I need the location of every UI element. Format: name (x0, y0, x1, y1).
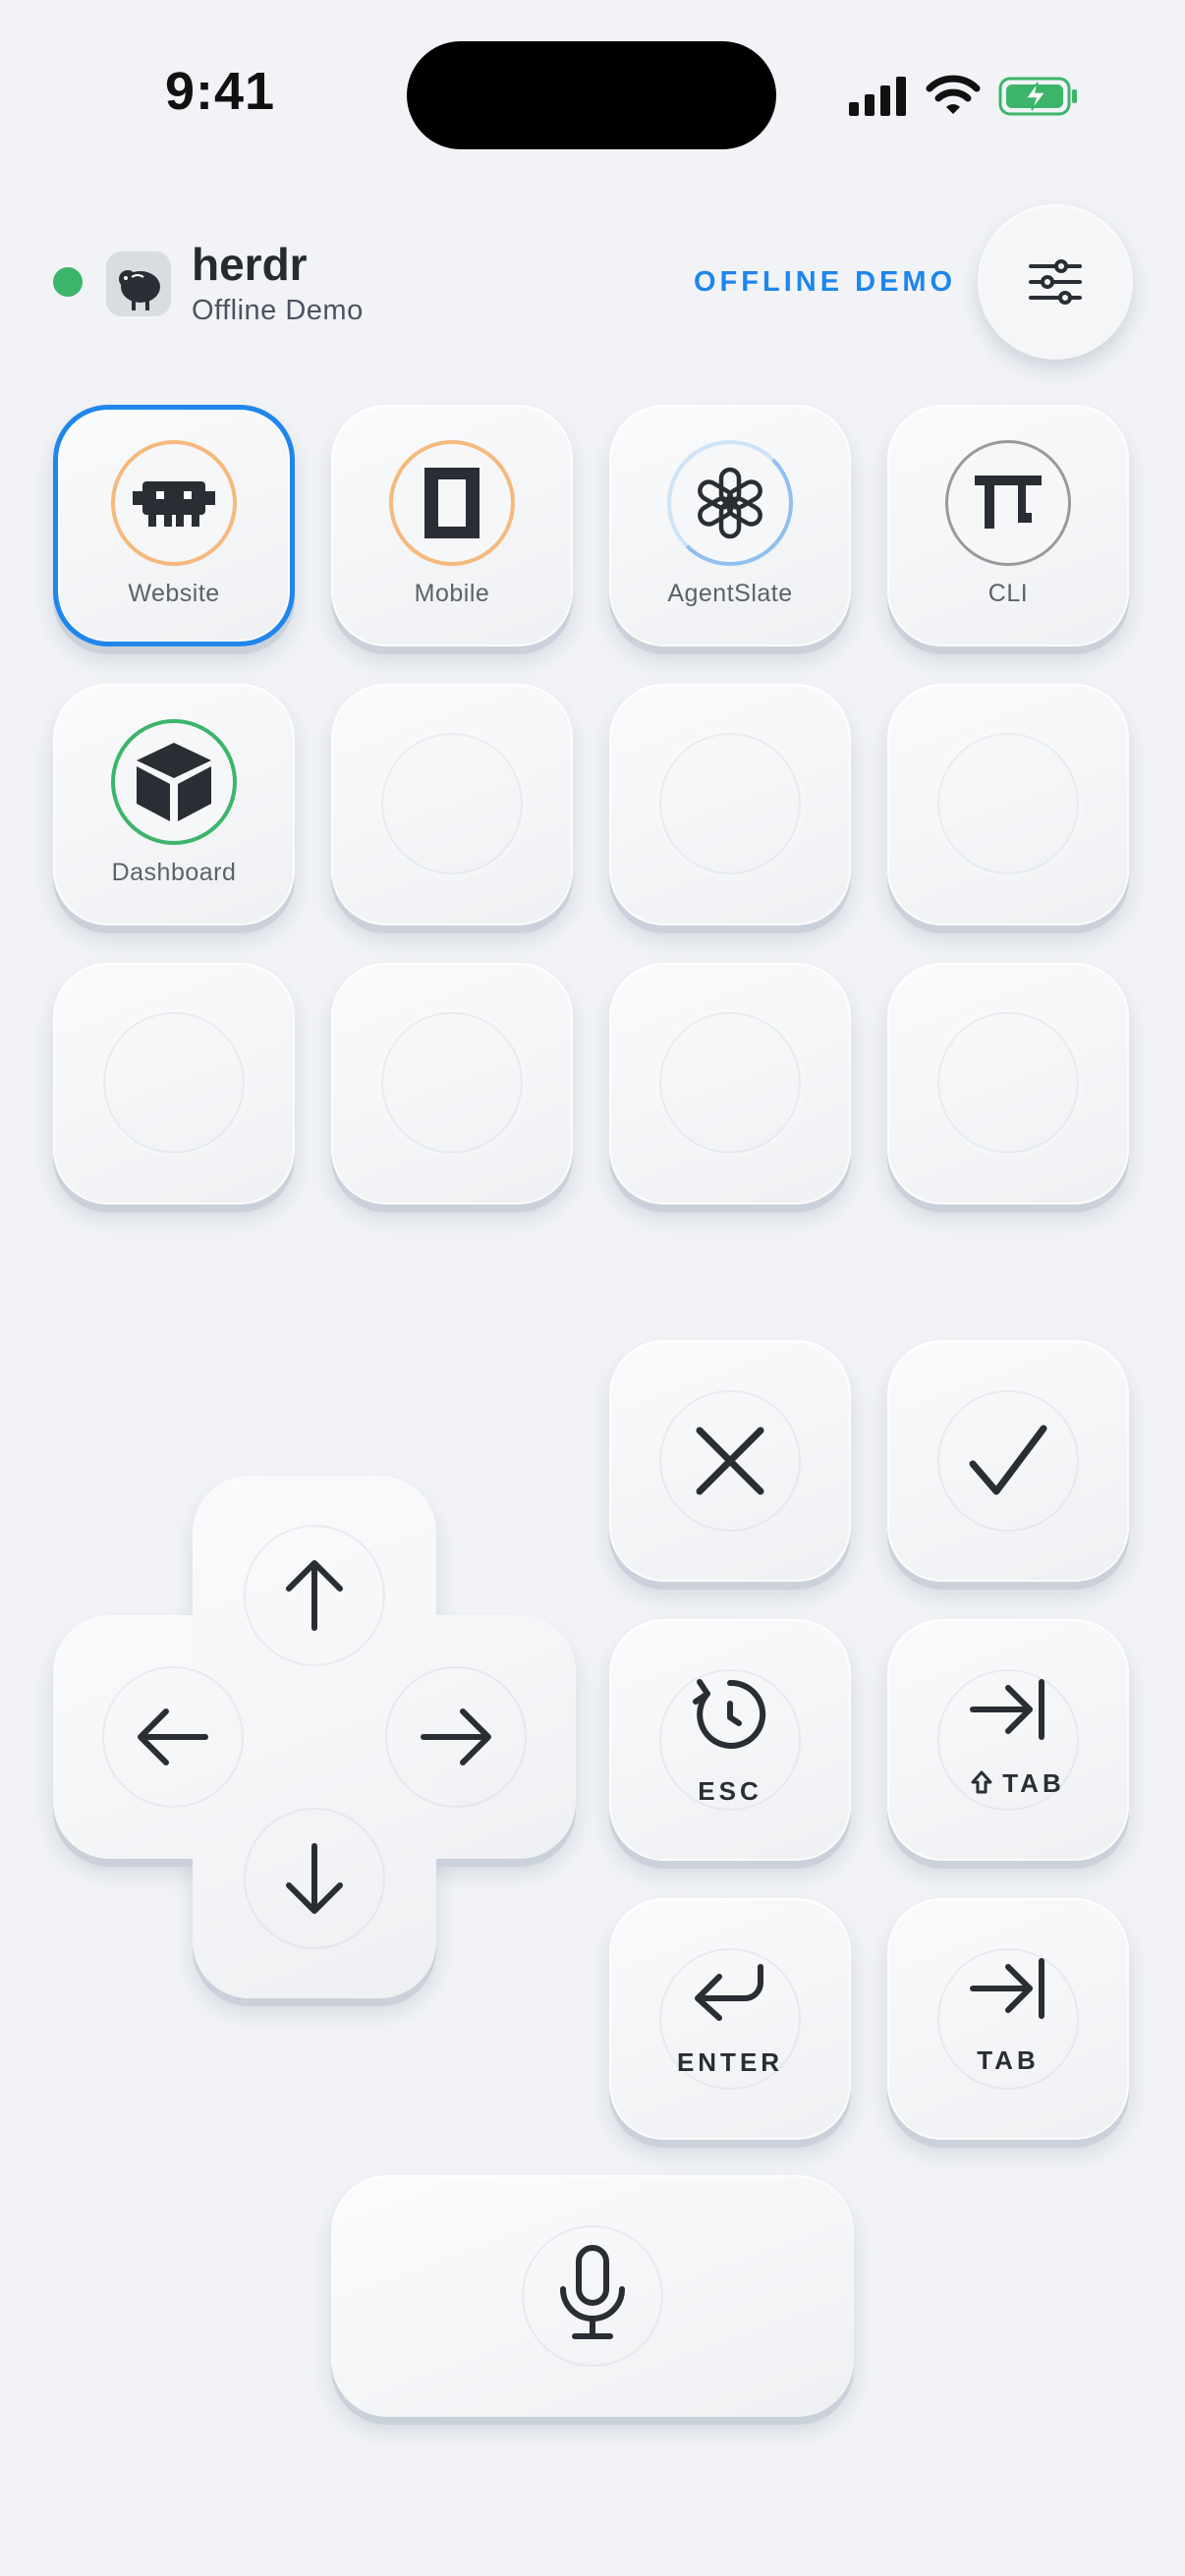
connection-status-dot (53, 267, 83, 297)
empty-slot-ring (103, 1012, 245, 1153)
microphone-icon (560, 2245, 625, 2339)
workspace-tile-website[interactable]: Website (53, 405, 295, 646)
arrow-down-icon (286, 1843, 343, 1914)
settings-button[interactable] (978, 204, 1133, 360)
microphone-button[interactable] (331, 2175, 854, 2417)
empty-workspace-slot[interactable] (887, 684, 1129, 925)
shift-tab-button[interactable]: TAB (887, 1619, 1129, 1861)
empty-workspace-slot[interactable] (609, 684, 851, 925)
dpad-right-button[interactable] (385, 1666, 527, 1808)
battery-charging-icon (998, 77, 1077, 116)
empty-workspace-slot[interactable] (331, 963, 573, 1204)
openai-knot-icon (667, 440, 793, 566)
shift-arrow-icon (971, 1770, 992, 1801)
offline-demo-label: OFFLINE DEMO (694, 266, 957, 298)
herdr-logo-icon (106, 252, 171, 316)
empty-workspace-slot[interactable] (609, 963, 851, 1204)
dpad-left-button[interactable] (102, 1666, 244, 1808)
invader-icon (111, 440, 237, 566)
dynamic-island (407, 41, 776, 149)
return-arrow-icon (695, 1964, 763, 2021)
empty-workspace-slot[interactable] (887, 963, 1129, 1204)
undo-circle-icon (693, 1679, 766, 1749)
workspace-tile-mobile[interactable]: Mobile (331, 405, 573, 646)
app-subtitle: Offline Demo (192, 295, 364, 326)
wifi-icon (926, 75, 981, 114)
x-icon (696, 1427, 764, 1495)
esc-label: ESC (698, 1776, 762, 1806)
empty-slot-ring (937, 1012, 1079, 1153)
enter-button[interactable]: ENTER (609, 1898, 851, 2140)
empty-workspace-slot[interactable] (331, 684, 573, 925)
cube-icon (111, 719, 237, 845)
enter-label: ENTER (676, 2047, 784, 2077)
esc-button[interactable]: ESC (609, 1619, 851, 1861)
workspace-label: AgentSlate (667, 580, 793, 607)
tab-button[interactable]: TAB (887, 1898, 1129, 2140)
terminal-t-icon (945, 440, 1071, 566)
workspace-label: CLI (988, 580, 1029, 607)
empty-workspace-slot[interactable] (53, 963, 295, 1204)
confirm-button[interactable] (887, 1340, 1129, 1582)
dpad-down-button[interactable] (244, 1808, 385, 1949)
cancel-button[interactable] (609, 1340, 851, 1582)
cellular-signal-icon (849, 77, 906, 116)
empty-slot-ring (659, 733, 801, 874)
empty-slot-ring (381, 1012, 523, 1153)
workspace-label: Mobile (414, 580, 490, 607)
check-icon (969, 1425, 1047, 1495)
sliders-icon (1029, 259, 1082, 305)
workspace-label: Website (128, 580, 220, 607)
empty-slot-ring (659, 1012, 801, 1153)
tab-arrow-icon (970, 1958, 1044, 2019)
shift-tab-text: TAB (1002, 1768, 1065, 1798)
app-name: herdr (192, 239, 308, 290)
dpad-up-button[interactable] (244, 1525, 385, 1666)
arrow-left-icon (138, 1708, 208, 1765)
phone-frame-icon (389, 440, 515, 566)
dpad (53, 1476, 576, 1998)
empty-slot-ring (381, 733, 523, 874)
tab-label: TAB (977, 2045, 1040, 2075)
empty-slot-ring (937, 733, 1079, 874)
workspace-tile-dashboard[interactable]: Dashboard (53, 684, 295, 925)
tab-arrow-icon (970, 1679, 1044, 1740)
workspace-tile-agentslate[interactable]: AgentSlate (609, 405, 851, 646)
workspace-tile-cli[interactable]: CLI (887, 405, 1129, 646)
arrow-right-icon (421, 1708, 491, 1765)
workspace-label: Dashboard (111, 859, 237, 886)
shift-tab-label: TAB (887, 1768, 1129, 1801)
arrow-up-icon (286, 1560, 343, 1631)
status-time: 9:41 (165, 62, 276, 121)
